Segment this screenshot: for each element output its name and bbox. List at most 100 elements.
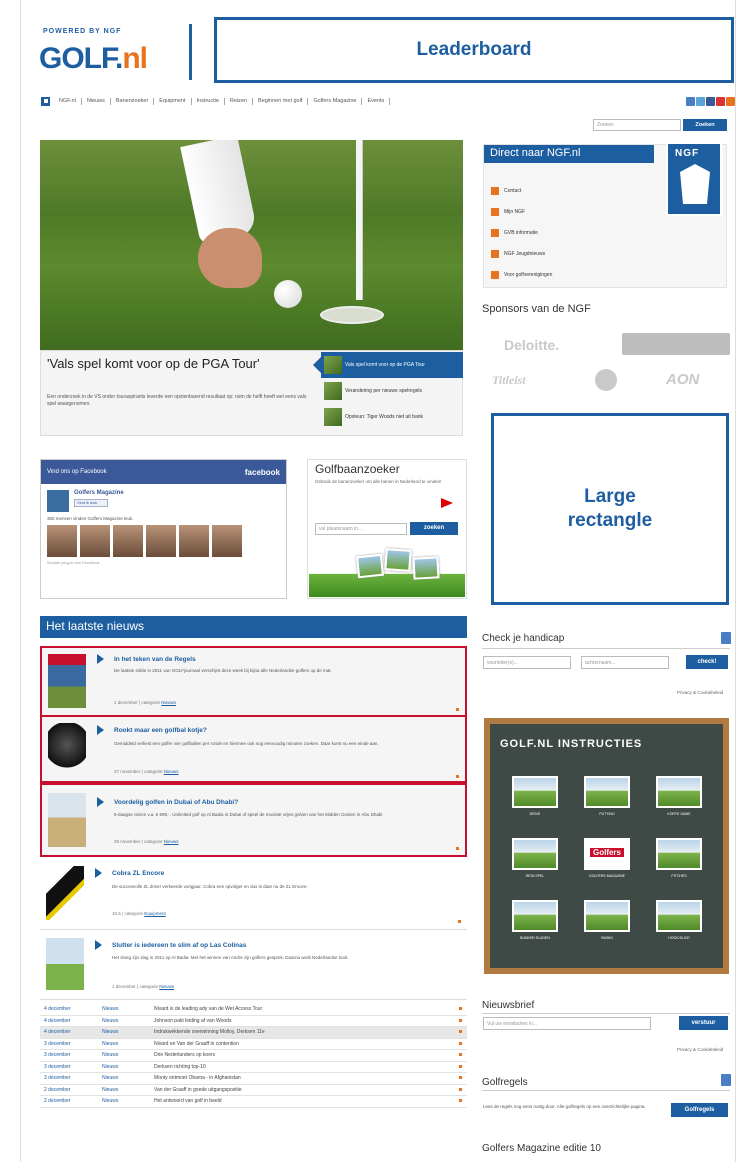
news-list-row[interactable]: 2 december Nieuws Het antwoord van golf in… xyxy=(40,1096,467,1108)
instruction-tile[interactable] xyxy=(512,900,558,932)
sponsor-titleist[interactable]: Titleist xyxy=(492,373,526,388)
nav-item-instructie[interactable]: Instructie xyxy=(192,97,225,105)
news-list-row[interactable]: 4 december Nieuws Nivard is de leading ady… xyxy=(40,1004,467,1016)
nav-item-golfers-magazine[interactable]: Golfers Magazine xyxy=(308,97,363,105)
news-list-category[interactable]: Nieuws xyxy=(102,1087,154,1093)
news-list-title[interactable]: Johnson pakt leiding af van Woods xyxy=(154,1018,459,1024)
instruction-tile[interactable] xyxy=(656,900,702,932)
news-thumbnail[interactable] xyxy=(48,654,86,708)
news-list-title[interactable]: Derksen richting top-10 xyxy=(154,1064,459,1070)
sponsor-round-logo[interactable] xyxy=(595,369,617,391)
search-input[interactable]: Zoeken xyxy=(593,119,681,131)
ngf-link[interactable]: NGF Jeugdnieuws xyxy=(491,243,651,264)
news-list-category[interactable]: Nieuws xyxy=(102,1041,154,1047)
news-title[interactable]: Voordelig golfen in Dubai of Abu Dhabi? xyxy=(114,799,238,806)
facebook-face[interactable] xyxy=(113,525,143,557)
site-logo[interactable]: GOLF.nl xyxy=(39,42,148,76)
facebook-plugin-label[interactable]: Sociale plug-in van Facebook xyxy=(41,557,286,568)
news-category-link[interactable]: Equipment xyxy=(144,911,166,916)
nav-item-events[interactable]: Events xyxy=(362,97,391,105)
news-category-link[interactable]: Nieuws xyxy=(161,700,176,705)
newsletter-email-input[interactable]: Vul uw emailadres in... xyxy=(483,1017,651,1030)
ngf-heading[interactable]: Direct naar NGF.nl xyxy=(484,145,654,163)
instruction-tile[interactable] xyxy=(512,838,558,870)
news-list-category[interactable]: Nieuws xyxy=(102,1064,154,1070)
facebook-brand[interactable]: facebook xyxy=(245,468,280,477)
rss-icon[interactable] xyxy=(726,96,735,106)
facebook-icon[interactable] xyxy=(706,96,715,106)
check-handicap-button[interactable]: check! xyxy=(686,655,728,669)
news-item-featured[interactable]: In het teken van de Regels De laatste ed… xyxy=(40,646,467,717)
newsletter-submit-button[interactable]: verstuur xyxy=(679,1016,728,1030)
instruction-tile[interactable] xyxy=(512,776,558,808)
instruction-tile[interactable] xyxy=(584,776,630,808)
facebook-face[interactable] xyxy=(80,525,110,557)
nav-item-banenzoeker[interactable]: Banenzoeker xyxy=(111,97,155,105)
news-list-row[interactable]: 3 december Nieuws Nivard en Van der Graaff… xyxy=(40,1039,467,1050)
news-title[interactable]: Rookt maar een golfbal kotje? xyxy=(114,727,207,734)
golfregels-button[interactable]: Golfregels xyxy=(671,1103,728,1117)
news-list-title[interactable]: Van der Graaff in goede uitgangspositie xyxy=(154,1087,459,1093)
news-list-row[interactable]: 4 december Nieuws Indrukwekkende overwinni… xyxy=(40,1027,467,1039)
sponsor-crest-logo[interactable] xyxy=(622,333,730,355)
hero-image[interactable] xyxy=(40,140,463,350)
news-title[interactable]: In het teken van de Regels xyxy=(114,656,196,663)
nav-item-reizen[interactable]: Reizen xyxy=(225,97,254,105)
news-list-category[interactable]: Nieuws xyxy=(102,1052,154,1058)
news-list-title[interactable]: Het antwoord van golf in beeld xyxy=(154,1098,459,1104)
news-list-row[interactable]: 3 december Nieuws Derksen richting top-10 xyxy=(40,1062,467,1073)
news-category-link[interactable]: Nieuws xyxy=(164,769,179,774)
news-list-title[interactable]: Nivard en Van der Graaff in contention xyxy=(154,1041,459,1047)
news-category-link[interactable]: Nieuws xyxy=(159,984,174,989)
hero-side-item[interactable]: Opsteun: Tiger Woods niet uit bank xyxy=(321,404,463,430)
mail-icon[interactable] xyxy=(686,96,695,106)
nav-item-ngf[interactable]: NGF.nl xyxy=(54,97,82,105)
news-item[interactable]: Slutter is iedereen te slim af op Las Co… xyxy=(40,934,467,1000)
news-list-row[interactable]: 3 december Nieuws Drie Nederlanders op koe… xyxy=(40,1050,467,1062)
news-title[interactable]: Slutter is iedereen te slim af op Las Co… xyxy=(112,942,246,949)
news-item[interactable]: Cobra ZL Encore De succesvolle ZL driver… xyxy=(40,862,467,930)
news-thumbnail[interactable] xyxy=(48,723,86,777)
news-list-row[interactable]: 3 december Nieuws Monty ontmoet Obama - in… xyxy=(40,1073,467,1085)
large-rectangle-ad[interactable]: Large rectangle xyxy=(491,413,729,605)
news-item-featured[interactable]: Voordelig golfen in Dubai of Abu Dhabi? … xyxy=(40,783,467,857)
nav-item-beginnen[interactable]: Beginnen met golf xyxy=(253,97,309,105)
facebook-face[interactable] xyxy=(179,525,209,557)
news-list-title[interactable]: Drie Nederlanders op koers xyxy=(154,1052,459,1058)
hero-title[interactable]: 'Vals spel komt voor op de PGA Tour' xyxy=(47,356,307,372)
instruction-tile[interactable] xyxy=(656,776,702,808)
facebook-like-button[interactable]: Vind ik leuk xyxy=(74,499,108,507)
twitter-icon[interactable] xyxy=(696,96,705,106)
banenzoeker-search-button[interactable]: zoeken xyxy=(410,522,458,535)
sponsor-aon[interactable]: AON xyxy=(666,371,699,388)
news-title[interactable]: Cobra ZL Encore xyxy=(112,870,164,877)
news-list-category[interactable]: Nieuws xyxy=(102,1029,154,1035)
privacy-link[interactable]: Privacy & Cookiebeleid xyxy=(677,1047,723,1052)
news-thumbnail[interactable] xyxy=(48,793,86,847)
initials-input[interactable]: voorletter(s)... xyxy=(483,656,571,669)
facebook-page-name[interactable]: Golfers Magazine xyxy=(74,490,124,496)
nav-item-equipment[interactable]: Equipment xyxy=(154,97,192,105)
news-item-featured[interactable]: Rookt maar een golfbal kotje? Gemiddeld … xyxy=(40,715,467,783)
news-list-category[interactable]: Nieuws xyxy=(102,1075,154,1081)
news-list-row[interactable]: 2 december Nieuws Van der Graaff in goede … xyxy=(40,1085,467,1096)
facebook-face[interactable] xyxy=(47,525,77,557)
news-list-title[interactable]: Indrukwekkende overwinning Molloy, Derks… xyxy=(154,1029,459,1035)
news-list-row[interactable]: 4 december Nieuws Johnson pakt leiding af … xyxy=(40,1016,467,1027)
facebook-page-avatar[interactable] xyxy=(47,490,69,512)
hero-side-item[interactable]: Verandering per nieuwe spelregels xyxy=(321,378,463,404)
news-list-title[interactable]: Monty ontmoet Obama - in Afghanistan xyxy=(154,1075,459,1081)
news-list-category[interactable]: Nieuws xyxy=(102,1006,154,1012)
search-button[interactable]: Zoeken xyxy=(683,119,727,131)
news-list-category[interactable]: Nieuws xyxy=(102,1018,154,1024)
ngf-link[interactable]: GVB informatie xyxy=(491,222,651,243)
ngf-logo[interactable]: NGF xyxy=(666,142,722,216)
facebook-face[interactable] xyxy=(212,525,242,557)
news-thumbnail[interactable] xyxy=(46,866,84,920)
banenzoeker-input[interactable]: vul plaatsnaam in... xyxy=(315,523,407,535)
hero-side-item[interactable]: Vals spel komt voor op de PGA Tour xyxy=(313,352,463,378)
news-category-link[interactable]: Nieuws xyxy=(164,839,179,844)
youtube-icon[interactable] xyxy=(716,96,725,106)
news-list-title[interactable]: Nivard is de leading ady van de Wet Acce… xyxy=(154,1006,459,1012)
instruction-tile[interactable] xyxy=(656,838,702,870)
